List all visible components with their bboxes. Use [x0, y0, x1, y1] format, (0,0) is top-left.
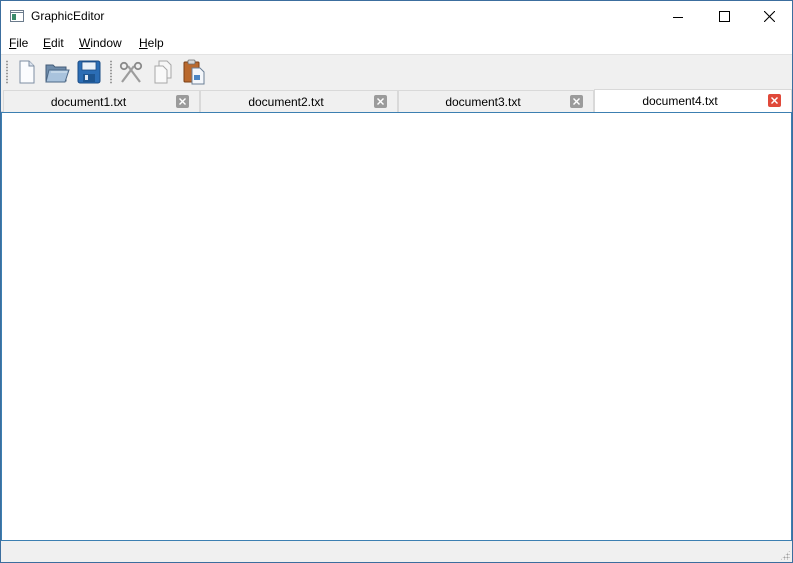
maximize-icon: [718, 11, 730, 22]
tab-close-button[interactable]: [768, 94, 781, 107]
tab-close-button[interactable]: [176, 95, 189, 108]
tab-close-button[interactable]: [570, 95, 583, 108]
paste-button[interactable]: [180, 58, 208, 86]
close-icon: [377, 98, 384, 105]
tab-label: document2.txt: [248, 95, 324, 109]
app-icon: [10, 10, 24, 22]
document-editor-area[interactable]: [1, 112, 792, 541]
cut-button[interactable]: [117, 58, 145, 86]
save-button[interactable]: [75, 58, 103, 86]
paste-icon: [183, 59, 205, 85]
maximize-button[interactable]: [701, 1, 747, 32]
open-folder-icon: [45, 64, 70, 83]
tab-label: document3.txt: [445, 95, 521, 109]
menu-bar: File Edit Window Help: [1, 32, 792, 54]
tab-label: document4.txt: [642, 94, 718, 108]
menu-window-mnemonic: W: [79, 36, 91, 50]
document-tab-bar: document1.txt document2.txt document3.tx…: [1, 88, 792, 113]
close-window-button[interactable]: [746, 1, 792, 32]
tab-close-button[interactable]: [374, 95, 387, 108]
menu-file[interactable]: File: [9, 36, 28, 50]
main-window: GraphicEditor File Edit Window Help docu…: [0, 0, 793, 563]
toolbar-separator: [110, 60, 112, 84]
tab-label: document1.txt: [50, 95, 127, 109]
open-button[interactable]: [43, 58, 71, 86]
menu-window-label: indow: [90, 36, 122, 50]
cut-scissors-icon: [119, 61, 143, 83]
close-icon: [573, 98, 580, 105]
resize-grip-icon[interactable]: [780, 550, 790, 560]
title-bar[interactable]: GraphicEditor: [1, 1, 792, 32]
status-bar: [1, 541, 792, 562]
minimize-icon: [673, 16, 683, 18]
menu-window[interactable]: Window: [79, 36, 122, 50]
menu-edit-mnemonic: E: [43, 36, 52, 50]
menu-help-mnemonic: H: [139, 36, 148, 50]
save-floppy-icon: [77, 60, 101, 84]
menu-help-label: elp: [147, 36, 164, 50]
new-document-icon: [19, 60, 35, 84]
close-icon: [179, 98, 186, 105]
copy-button[interactable]: [149, 58, 177, 86]
toolbar-grip[interactable]: [6, 60, 8, 84]
menu-edit[interactable]: Edit: [43, 36, 64, 50]
menu-file-label: ile: [16, 36, 29, 50]
tab-document1[interactable]: document1.txt: [3, 90, 200, 112]
tab-document3[interactable]: document3.txt: [398, 90, 594, 112]
minimize-button[interactable]: [655, 1, 701, 32]
new-document-button[interactable]: [13, 58, 41, 86]
tab-document4[interactable]: document4.txt: [594, 89, 792, 113]
tab-document2[interactable]: document2.txt: [200, 90, 398, 112]
close-icon: [771, 97, 778, 104]
menu-edit-label: dit: [51, 36, 64, 50]
copy-icon: [154, 60, 172, 84]
close-icon: [763, 11, 775, 22]
menu-help[interactable]: Help: [139, 36, 164, 50]
window-title: GraphicEditor: [31, 9, 105, 23]
toolbar: [1, 54, 792, 88]
